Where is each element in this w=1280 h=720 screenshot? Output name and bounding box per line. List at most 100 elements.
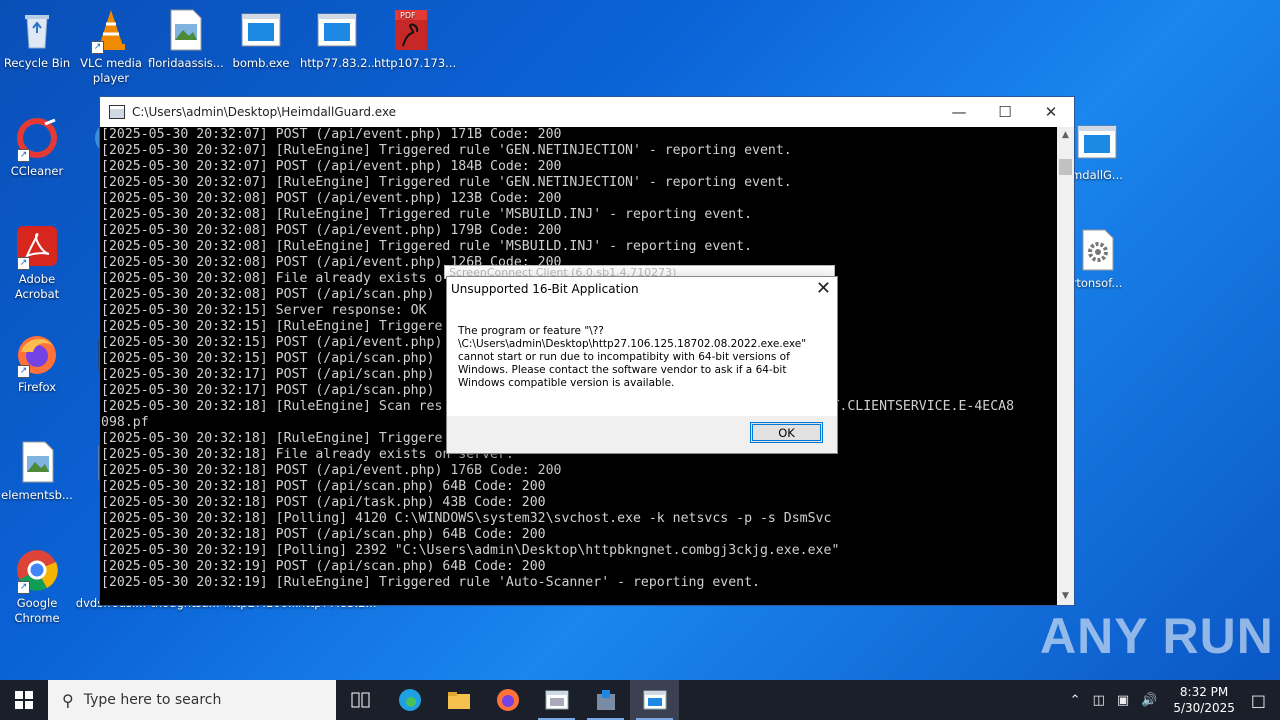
clock-date: 5/30/2025 bbox=[1173, 701, 1235, 715]
desktop-icon-floridaassis[interactable]: floridaassis... bbox=[148, 8, 224, 71]
dialog-message: The program or feature "\??\C:\Users\adm… bbox=[458, 325, 807, 389]
exe-window-icon bbox=[1075, 120, 1119, 164]
start-button[interactable] bbox=[0, 680, 48, 720]
console-line: [2025-05-30 20:32:19] POST (/api/scan.ph… bbox=[101, 559, 546, 574]
recycle-bin-icon bbox=[15, 8, 59, 52]
console-line: [2025-05-30 20:32:19] [Polling] 2392 "C:… bbox=[101, 543, 840, 558]
desktop-icon-google-chrome[interactable]: ↗ Google Chrome bbox=[0, 548, 74, 626]
desktop-icon-vlc[interactable]: ↗ VLC media player bbox=[74, 8, 148, 86]
console-line: [2025-05-30 20:32:07] POST (/api/event.p… bbox=[101, 127, 562, 142]
desktop-icon-label: Google Chrome bbox=[14, 596, 60, 625]
scroll-down-icon[interactable]: ▼ bbox=[1057, 588, 1074, 605]
unsupported-app-dialog[interactable]: Unsupported 16-Bit Application ✕ The pro… bbox=[446, 276, 838, 454]
console-line: [2025-05-30 20:32:07] [RuleEngine] Trigg… bbox=[101, 143, 792, 158]
desktop-icon-ccleaner[interactable]: ↗ CCleaner bbox=[0, 116, 74, 179]
console-line: [2025-05-30 20:32:08] POST (/api/event.p… bbox=[101, 223, 562, 238]
firefox-icon bbox=[496, 689, 519, 711]
search-placeholder: Type here to search bbox=[83, 692, 222, 708]
desktop-icon-label: Adobe Acrobat bbox=[14, 272, 60, 301]
console-line: [2025-05-30 20:32:08] [RuleEngine] Trigg… bbox=[101, 207, 753, 222]
notification-icon[interactable]: □ bbox=[1251, 691, 1266, 710]
desktop-icon-firefox[interactable]: ↗ Firefox bbox=[0, 332, 74, 395]
console-icon bbox=[643, 690, 666, 710]
folder-icon bbox=[447, 692, 470, 709]
console-line: [2025-05-30 20:32:18] POST (/api/scan.ph… bbox=[101, 479, 546, 494]
windows-logo-icon bbox=[15, 691, 33, 709]
desktop-icon-label: http77.83.2... bbox=[300, 56, 379, 70]
desktop-icon-http107[interactable]: PDF http107.173... bbox=[374, 8, 457, 71]
scroll-thumb[interactable] bbox=[1059, 159, 1072, 175]
console-line: [2025-05-30 20:32:18] POST (/api/scan.ph… bbox=[101, 527, 546, 542]
shortcut-arrow-icon: ↗ bbox=[17, 149, 30, 162]
scroll-up-icon[interactable]: ▲ bbox=[1057, 127, 1074, 144]
ok-button[interactable]: OK bbox=[750, 422, 823, 443]
task-view-icon bbox=[351, 692, 369, 708]
edge-icon bbox=[398, 689, 421, 711]
desktop-icon-label: Firefox bbox=[17, 380, 57, 394]
minimize-button[interactable]: — bbox=[936, 97, 982, 127]
console-line: [2025-05-30 20:32:07] POST (/api/event.p… bbox=[101, 159, 562, 174]
taskbar-console[interactable] bbox=[630, 680, 679, 720]
desktop-icon-recycle-bin[interactable]: Recycle Bin bbox=[0, 8, 74, 71]
svg-text:PDF: PDF bbox=[400, 11, 416, 20]
security-icon[interactable]: ◫ bbox=[1093, 693, 1105, 708]
desktop-icon-label: Recycle Bin bbox=[3, 56, 71, 70]
settings-file-icon bbox=[1075, 228, 1119, 272]
desktop-icon-label: elementsb... bbox=[1, 488, 73, 502]
app-window-icon bbox=[545, 690, 568, 710]
console-line: [2025-05-30 20:32:18] POST (/api/task.ph… bbox=[101, 495, 546, 510]
exe-window-icon bbox=[315, 8, 359, 52]
close-button[interactable]: ✕ bbox=[1028, 97, 1074, 127]
image-file-icon bbox=[15, 440, 59, 484]
taskbar-search[interactable]: ⚲ Type here to search bbox=[48, 680, 336, 720]
console-line: [2025-05-30 20:32:07] [RuleEngine] Trigg… bbox=[101, 175, 792, 190]
network-icon[interactable]: ▣ bbox=[1117, 693, 1129, 708]
desktop-icon-bomb-exe[interactable]: bomb.exe bbox=[224, 8, 298, 71]
shortcut-arrow-icon: ↗ bbox=[17, 257, 30, 270]
console-line: [2025-05-30 20:32:08] [RuleEngine] Trigg… bbox=[101, 239, 753, 254]
task-view-button[interactable] bbox=[336, 680, 385, 720]
acrobat-icon: ↗ bbox=[15, 224, 59, 270]
taskbar-firefox[interactable] bbox=[483, 680, 532, 720]
taskbar: ⚲ Type here to search ⌃ ◫ ▣ 🔊 8:32 PM 5/… bbox=[0, 680, 1280, 720]
chevron-up-icon[interactable]: ⌃ bbox=[1070, 693, 1081, 708]
search-icon: ⚲ bbox=[62, 690, 74, 710]
console-title: C:\Users\admin\Desktop\HeimdallGuard.exe bbox=[132, 105, 397, 119]
desktop-icon-adobe-acrobat[interactable]: ↗ Adobe Acrobat bbox=[0, 224, 74, 302]
dialog-footer: OK bbox=[447, 416, 837, 453]
shortcut-arrow-icon: ↗ bbox=[91, 41, 104, 54]
pdf-file-icon: PDF bbox=[389, 8, 433, 52]
console-line: [2025-05-30 20:32:18] [Polling] 4120 C:\… bbox=[101, 511, 832, 526]
volume-icon[interactable]: 🔊 bbox=[1141, 693, 1157, 708]
vlc-cone-icon: ↗ bbox=[89, 8, 133, 54]
console-titlebar[interactable]: C:\Users\admin\Desktop\HeimdallGuard.exe… bbox=[100, 97, 1074, 127]
taskbar-installer[interactable] bbox=[581, 680, 630, 720]
installer-icon bbox=[596, 690, 615, 710]
taskbar-file-explorer[interactable] bbox=[434, 680, 483, 720]
console-line: [2025-05-30 20:32:19] [RuleEngine] Trigg… bbox=[101, 575, 760, 590]
dialog-title: Unsupported 16-Bit Application bbox=[451, 282, 639, 296]
exe-window-icon bbox=[239, 8, 283, 52]
shortcut-arrow-icon: ↗ bbox=[17, 365, 30, 378]
console-scrollbar[interactable]: ▲ ▼ bbox=[1057, 127, 1074, 605]
system-tray: ⌃ ◫ ▣ 🔊 8:32 PM 5/30/2025 □ bbox=[1064, 680, 1280, 720]
clock-time: 8:32 PM bbox=[1179, 685, 1229, 699]
clock[interactable]: 8:32 PM 5/30/2025 bbox=[1173, 684, 1235, 716]
console-line: [2025-05-30 20:32:18] POST (/api/event.p… bbox=[101, 463, 562, 478]
desktop-icon-label: http107.173... bbox=[374, 56, 457, 70]
taskbar-app-window[interactable] bbox=[532, 680, 581, 720]
desktop-icon-http77-top[interactable]: http77.83.2... bbox=[300, 8, 379, 71]
ccleaner-icon: ↗ bbox=[15, 116, 59, 162]
desktop-icon-label: VLC media player bbox=[80, 56, 142, 85]
desktop-icon-elementsb[interactable]: elementsb... bbox=[0, 440, 74, 503]
console-line: [2025-05-30 20:32:08] POST (/api/event.p… bbox=[101, 191, 562, 206]
desktop-icon-label: CCleaner bbox=[10, 164, 64, 178]
maximize-button[interactable]: ☐ bbox=[982, 97, 1028, 127]
chrome-icon: ↗ bbox=[15, 548, 59, 594]
anyrun-watermark: ANY RUN bbox=[1040, 608, 1274, 664]
console-app-icon bbox=[109, 105, 125, 119]
image-file-icon bbox=[163, 8, 207, 52]
taskbar-edge[interactable] bbox=[385, 680, 434, 720]
firefox-icon: ↗ bbox=[15, 332, 59, 378]
dialog-close-icon[interactable]: ✕ bbox=[816, 278, 831, 299]
